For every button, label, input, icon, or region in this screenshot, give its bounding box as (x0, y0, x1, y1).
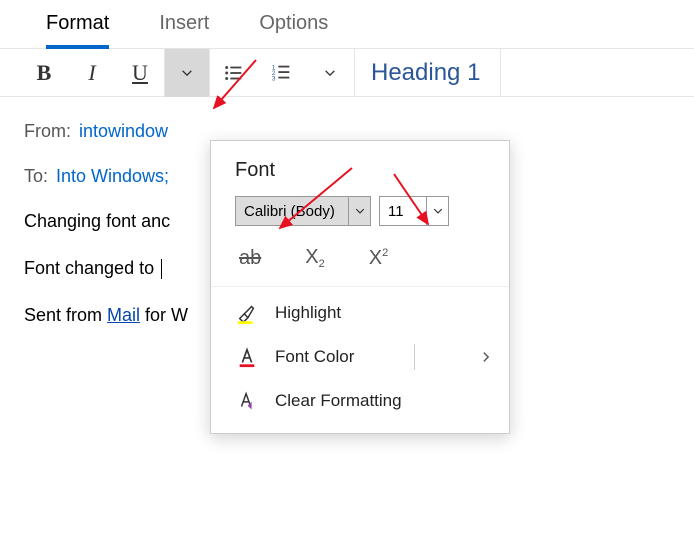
from-value[interactable]: intowindow (79, 121, 168, 142)
bold-button[interactable]: B (20, 49, 68, 97)
menu-divider (414, 344, 415, 370)
from-label: From: (24, 121, 71, 142)
clear-formatting-icon (235, 389, 259, 413)
strikethrough-button[interactable]: ab (239, 247, 261, 270)
sub-idx: 2 (319, 258, 325, 270)
font-name-value: Calibri (Body) (236, 203, 348, 220)
tab-insert[interactable]: Insert (159, 12, 209, 48)
clear-formatting-menu-item[interactable]: Clear Formatting (211, 379, 509, 423)
tab-options[interactable]: Options (259, 12, 328, 48)
sup-base: X (369, 247, 382, 269)
list-dropdown[interactable] (306, 49, 354, 97)
chevron-right-icon[interactable] (479, 350, 493, 364)
body-line-text: Font changed to (24, 258, 159, 278)
font-color-menu-item[interactable]: Font Color (211, 335, 509, 379)
underline-button[interactable]: U (116, 49, 164, 97)
format-toolbar: B I U 1 2 3 Heading 1 (0, 49, 694, 97)
text-style-group: B I U (20, 49, 165, 96)
font-size-value: 11 (380, 203, 426, 220)
italic-button[interactable]: I (68, 49, 116, 97)
font-popup: Font Calibri (Body) 11 ab X2 X2 (210, 140, 510, 434)
bullet-list-button[interactable] (210, 49, 258, 97)
font-color-icon (235, 345, 259, 369)
numbered-list-button[interactable]: 1 2 3 (258, 49, 306, 97)
list-group: 1 2 3 (210, 49, 355, 96)
to-label: To: (24, 166, 48, 187)
font-more-dropdown[interactable] (165, 49, 209, 97)
clear-formatting-label: Clear Formatting (275, 391, 402, 411)
font-menu: Highlight Font Color Clear For (211, 286, 509, 427)
style-selector[interactable]: Heading 1 (357, 49, 501, 96)
highlight-icon (235, 301, 259, 325)
ribbon-tabs: Format Insert Options (0, 0, 694, 49)
to-value[interactable]: Into Windows; (56, 166, 169, 187)
font-selectors: Calibri (Body) 11 (211, 196, 509, 240)
sup-idx: 2 (382, 247, 388, 259)
sub-base: X (305, 246, 318, 268)
highlight-label: Highlight (275, 303, 341, 323)
sent-suffix: for W (140, 305, 188, 325)
svg-text:3: 3 (272, 75, 276, 82)
text-effects-row: ab X2 X2 (211, 240, 509, 286)
from-row: From: intowindow (24, 121, 694, 142)
sent-prefix: Sent from (24, 305, 107, 325)
font-size-select[interactable]: 11 (379, 196, 449, 226)
mail-app-link[interactable]: Mail (107, 305, 140, 325)
subscript-button[interactable]: X2 (305, 246, 324, 270)
tab-format[interactable]: Format (46, 12, 109, 49)
highlight-menu-item[interactable]: Highlight (211, 291, 509, 335)
text-caret (161, 259, 162, 279)
font-color-label: Font Color (275, 347, 354, 367)
chevron-down-icon[interactable] (348, 197, 370, 225)
font-name-select[interactable]: Calibri (Body) (235, 196, 371, 226)
style-selector-label: Heading 1 (371, 59, 480, 87)
superscript-button[interactable]: X2 (369, 247, 388, 270)
more-styles-group (165, 49, 210, 96)
chevron-down-icon[interactable] (426, 197, 448, 225)
font-popup-title: Font (211, 159, 509, 196)
